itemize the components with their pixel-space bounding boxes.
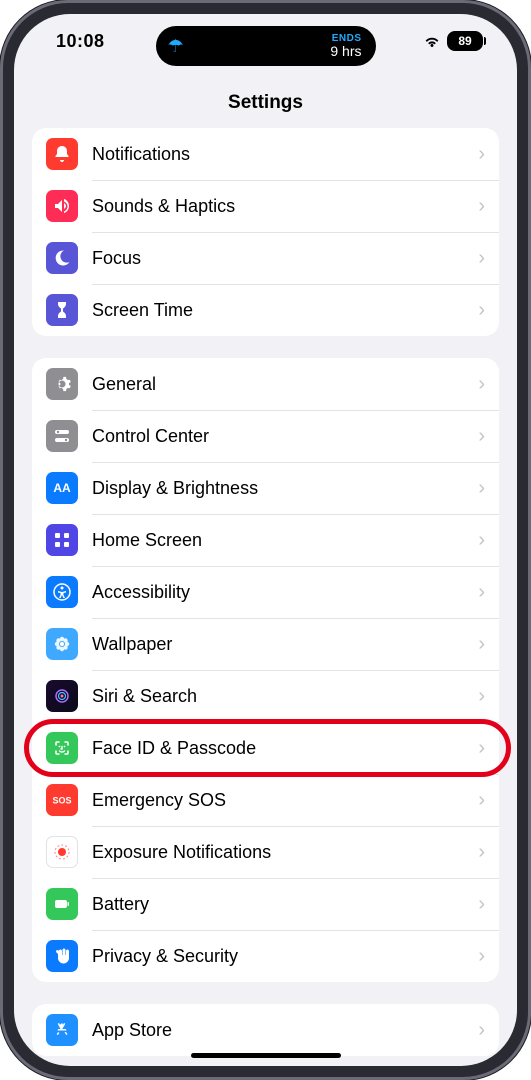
settings-row-label: Exposure Notifications — [92, 842, 472, 863]
settings-row-general[interactable]: General › — [32, 358, 499, 410]
island-timer: ENDS 9 hrs — [330, 34, 361, 58]
settings-row-label: Battery — [92, 894, 472, 915]
status-right: 89 — [423, 31, 483, 51]
home-indicator[interactable] — [191, 1053, 341, 1058]
aa-icon — [46, 472, 78, 504]
siri-icon — [46, 680, 78, 712]
speaker-icon — [46, 190, 78, 222]
accessibility-icon — [46, 576, 78, 608]
chevron-right-icon: › — [478, 945, 485, 968]
umbrella-icon: ☂ — [168, 36, 184, 57]
chevron-right-icon: › — [478, 143, 485, 166]
settings-row-label: Focus — [92, 248, 472, 269]
settings-row-label: Sounds & Haptics — [92, 196, 472, 217]
settings-row-homescreen[interactable]: Home Screen › — [32, 514, 499, 566]
settings-row-appstore[interactable]: App Store › — [32, 1004, 499, 1056]
dynamic-island[interactable]: ☂ ENDS 9 hrs — [156, 26, 376, 66]
settings-row-label: General — [92, 374, 472, 395]
wifi-icon — [423, 34, 441, 48]
grid-icon — [46, 524, 78, 556]
settings-row-siri[interactable]: Siri & Search › — [32, 670, 499, 722]
status-bar: 10:08 ☂ ENDS 9 hrs 89 — [14, 14, 517, 68]
settings-row-controlcenter[interactable]: Control Center › — [32, 410, 499, 462]
settings-row-privacy[interactable]: Privacy & Security › — [32, 930, 499, 982]
settings-row-label: Privacy & Security — [92, 946, 472, 967]
sos-icon — [46, 784, 78, 816]
appstore-icon — [46, 1014, 78, 1046]
settings-row-display[interactable]: Display & Brightness › — [32, 462, 499, 514]
screen: 10:08 ☂ ENDS 9 hrs 89 Settings N — [14, 14, 517, 1066]
settings-group: App Store › — [32, 1004, 499, 1056]
settings-row-screentime[interactable]: Screen Time › — [32, 284, 499, 336]
settings-row-focus[interactable]: Focus › — [32, 232, 499, 284]
settings-list[interactable]: Notifications›Sounds & Haptics›Focus›Scr… — [14, 128, 517, 1066]
faceid-icon — [46, 732, 78, 764]
settings-row-label: App Store — [92, 1020, 472, 1041]
chevron-right-icon: › — [478, 737, 485, 760]
settings-row-sounds[interactable]: Sounds & Haptics › — [32, 180, 499, 232]
hourglass-icon — [46, 294, 78, 326]
settings-row-label: Face ID & Passcode — [92, 738, 472, 759]
page-title: Settings — [14, 68, 517, 128]
hand-icon — [46, 940, 78, 972]
chevron-right-icon: › — [478, 195, 485, 218]
settings-row-label: Display & Brightness — [92, 478, 472, 499]
battery-indicator: 89 — [447, 31, 483, 51]
settings-row-battery[interactable]: Battery › — [32, 878, 499, 930]
island-hours: 9 hrs — [330, 44, 361, 58]
gear-icon — [46, 368, 78, 400]
settings-row-label: Control Center — [92, 426, 472, 447]
chevron-right-icon: › — [478, 893, 485, 916]
moon-icon — [46, 242, 78, 274]
settings-row-label: Emergency SOS — [92, 790, 472, 811]
chevron-right-icon: › — [478, 841, 485, 864]
settings-row-label: Notifications — [92, 144, 472, 165]
chevron-right-icon: › — [478, 373, 485, 396]
settings-row-label: Screen Time — [92, 300, 472, 321]
chevron-right-icon: › — [478, 633, 485, 656]
chevron-right-icon: › — [478, 299, 485, 322]
settings-row-label: Accessibility — [92, 582, 472, 603]
chevron-right-icon: › — [478, 685, 485, 708]
settings-group: General›Control Center›Display & Brightn… — [32, 358, 499, 982]
chevron-right-icon: › — [478, 581, 485, 604]
settings-row-sos[interactable]: Emergency SOS › — [32, 774, 499, 826]
settings-group: Notifications›Sounds & Haptics›Focus›Scr… — [32, 128, 499, 336]
settings-row-exposure[interactable]: Exposure Notifications › — [32, 826, 499, 878]
chevron-right-icon: › — [478, 789, 485, 812]
chevron-right-icon: › — [478, 247, 485, 270]
flower-icon — [46, 628, 78, 660]
chevron-right-icon: › — [478, 477, 485, 500]
bell-icon — [46, 138, 78, 170]
toggles-icon — [46, 420, 78, 452]
status-time: 10:08 — [56, 31, 105, 52]
chevron-right-icon: › — [478, 425, 485, 448]
chevron-right-icon: › — [478, 529, 485, 552]
device-frame: 10:08 ☂ ENDS 9 hrs 89 Settings N — [0, 0, 531, 1080]
settings-row-label: Home Screen — [92, 530, 472, 551]
battery-icon — [46, 888, 78, 920]
settings-row-wallpaper[interactable]: Wallpaper › — [32, 618, 499, 670]
settings-row-faceid[interactable]: Face ID & Passcode › — [32, 722, 499, 774]
settings-row-label: Siri & Search — [92, 686, 472, 707]
settings-row-accessibility[interactable]: Accessibility › — [32, 566, 499, 618]
settings-row-notifications[interactable]: Notifications › — [32, 128, 499, 180]
battery-percent: 89 — [458, 34, 471, 48]
settings-row-label: Wallpaper — [92, 634, 472, 655]
exposure-icon — [46, 836, 78, 868]
chevron-right-icon: › — [478, 1019, 485, 1042]
